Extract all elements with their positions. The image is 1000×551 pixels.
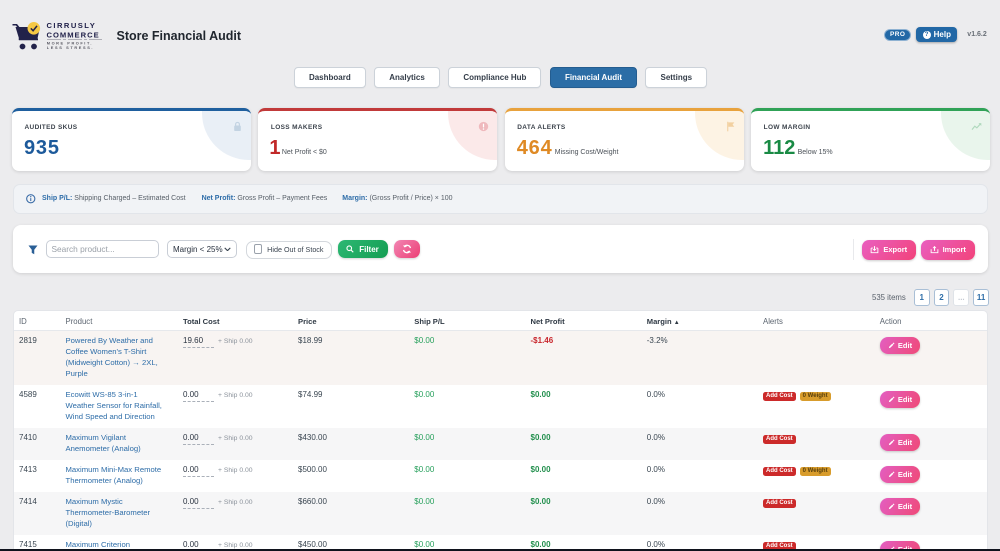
svg-text:CIRRUSLY: CIRRUSLY xyxy=(47,21,97,30)
svg-text:COMMERCE: COMMERCE xyxy=(47,30,100,39)
svg-text:LESS STRESS.: LESS STRESS. xyxy=(47,45,94,50)
